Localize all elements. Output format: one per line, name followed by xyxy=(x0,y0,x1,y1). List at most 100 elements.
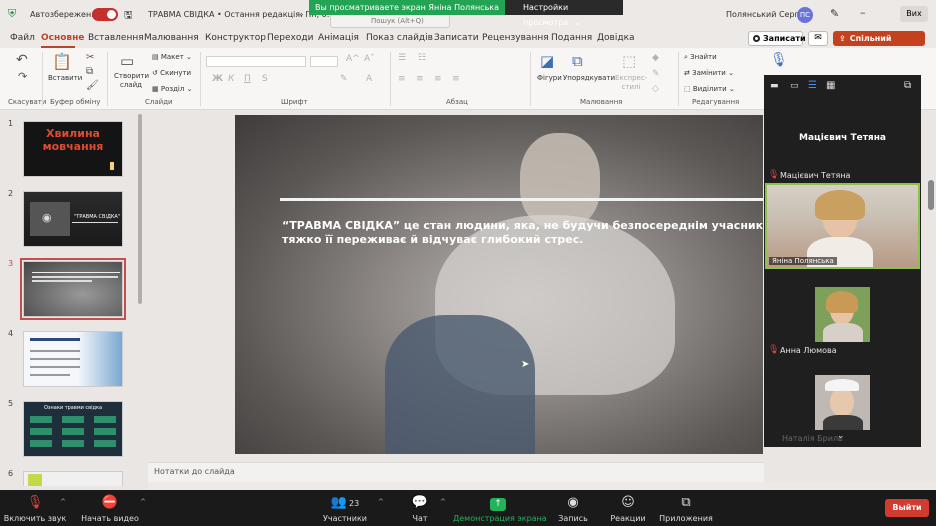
group-font: Шрифт xyxy=(281,98,308,106)
leave-button[interactable]: Выйти xyxy=(885,499,929,517)
paste-icon[interactable]: 📋 xyxy=(52,52,72,71)
search-input[interactable]: Пошук (Alt+Q) xyxy=(330,14,450,28)
window-scrollbar[interactable] xyxy=(928,180,934,210)
tab-review[interactable]: Рецензування xyxy=(482,33,549,43)
participant-video-tile[interactable]: Яніна Полянська xyxy=(765,183,920,269)
slide-thumbnail-2[interactable]: ◉ "ТРАВМА СВІДКА" xyxy=(23,191,123,247)
thumbnails-scrollbar[interactable] xyxy=(138,114,142,304)
underline-icon[interactable]: П xyxy=(244,74,251,84)
speaker-view-icon[interactable]: ☰ xyxy=(808,80,817,91)
slide-thumbnail-3[interactable] xyxy=(20,258,126,320)
slide-number: 3 xyxy=(8,259,14,268)
replace-button[interactable]: ⇄ Замінити ⌄ xyxy=(684,69,734,77)
avatar[interactable]: ПС xyxy=(797,7,813,23)
italic-icon[interactable]: К xyxy=(228,74,234,84)
hair-image xyxy=(815,190,865,220)
chat-button[interactable]: 💬 Чат xyxy=(375,495,465,523)
apps-button[interactable]: ⧉ Приложения xyxy=(641,495,731,523)
minimize-panel-icon[interactable]: ▬ xyxy=(770,81,779,91)
share-button[interactable]: ⇪Спільний доступ⌄ xyxy=(833,31,925,58)
tab-file[interactable]: Файл xyxy=(10,33,35,43)
new-slide-icon[interactable]: ▭ xyxy=(120,52,134,70)
shapes-button[interactable]: Фігури xyxy=(537,74,562,82)
record-button[interactable]: Записати xyxy=(748,31,806,46)
chevron-down-icon[interactable]: ⌄ xyxy=(298,9,305,18)
video-options-caret[interactable]: ^ xyxy=(140,498,146,506)
tab-design[interactable]: Конструктор xyxy=(205,33,266,43)
comment-icon[interactable]: ✉ xyxy=(808,31,828,46)
format-painter-icon[interactable]: 🖌 xyxy=(86,80,99,91)
autosave-toggle[interactable] xyxy=(92,8,118,21)
group-editing: Редагування xyxy=(692,98,740,106)
find-button[interactable]: ⌕ Знайти xyxy=(684,53,717,62)
thumbnail-view-icon[interactable]: ▭ xyxy=(790,81,799,91)
gallery-view-icon[interactable]: ▦ xyxy=(826,80,835,91)
redo-icon[interactable]: ↷ xyxy=(18,70,27,83)
quick-styles-button[interactable]: Експрес-стилі xyxy=(615,74,647,92)
shapes-icon[interactable]: ◪ xyxy=(540,52,554,70)
align-right-icon[interactable]: ≡ xyxy=(434,74,442,84)
new-slide-button[interactable]: Створити слайд xyxy=(114,72,149,90)
strikethrough-icon[interactable]: S xyxy=(262,74,268,84)
tab-home[interactable]: Основне xyxy=(41,33,84,43)
participant-avatar-photo[interactable] xyxy=(815,375,870,430)
tab-slideshow[interactable]: Показ слайдів xyxy=(366,33,433,43)
slide-thumbnail-6[interactable] xyxy=(23,471,123,486)
slide-thumbnail-4[interactable] xyxy=(23,331,123,387)
minimize-icon[interactable]: – xyxy=(860,6,866,19)
font-color-icon[interactable]: A xyxy=(366,74,372,84)
chat-icon: 💬 xyxy=(411,495,429,510)
align-left-icon[interactable]: ≡ xyxy=(398,74,406,84)
tab-view[interactable]: Подання xyxy=(551,33,592,43)
current-slide[interactable]: “ТРАВМА СВІДКА” це стан людини, яка, не … xyxy=(235,115,763,454)
notes-pane[interactable]: Нотатки до слайда xyxy=(148,462,764,482)
screen: ⛨ Автозбереження 🖫 ТРАВМА СВІДКА • Остан… xyxy=(0,0,936,526)
quick-styles-icon[interactable]: ⬚ xyxy=(622,52,636,70)
layout-button[interactable]: ▤ Макет ⌄ xyxy=(152,53,192,61)
reset-button[interactable]: ↺ Скинути xyxy=(152,69,191,77)
arrange-button[interactable]: Упорядкувати xyxy=(563,74,615,82)
tab-draw[interactable]: Малювання xyxy=(144,33,199,43)
select-button[interactable]: ⬚ Виділити ⌄ xyxy=(684,85,735,93)
copy-icon[interactable]: ⧉ xyxy=(86,66,93,77)
slide-body-text[interactable]: “ТРАВМА СВІДКА” це стан людини, яка, не … xyxy=(282,219,763,247)
tab-insert[interactable]: Вставлення xyxy=(88,33,144,43)
participants-video-panel: ▬ ▭ ☰ ▦ ⧉ Мацієвич Тетяна 🎙 Мацієвич Тет… xyxy=(764,75,921,447)
save-icon[interactable]: 🖫 xyxy=(124,8,133,25)
eye-icon: ◉ xyxy=(42,211,52,224)
tab-transitions[interactable]: Переходи xyxy=(267,33,313,43)
view-settings-button[interactable]: Настройки просмотра ⌄ xyxy=(505,0,623,27)
exit-fullscreen-button[interactable]: Вих xyxy=(900,6,928,22)
bold-icon[interactable]: Ж xyxy=(212,74,223,84)
tab-animations[interactable]: Анімація xyxy=(318,33,359,43)
participant-avatar-photo[interactable] xyxy=(815,287,870,342)
status-bar xyxy=(148,482,936,490)
bullets-icon[interactable]: ☰ xyxy=(398,53,406,63)
chat-options-caret[interactable]: ^ xyxy=(440,498,446,506)
tab-help[interactable]: Довідка xyxy=(597,33,635,43)
shape-fill-icon[interactable]: ◆ xyxy=(652,53,659,63)
candle-icon xyxy=(110,162,114,170)
arrange-icon[interactable]: ⧉ xyxy=(572,52,583,70)
slide-thumbnail-1[interactable]: Хвилина мовчання xyxy=(23,121,123,177)
tab-record[interactable]: Записати xyxy=(434,33,479,43)
section-button[interactable]: ▦ Розділ ⌄ xyxy=(152,85,192,93)
pop-out-icon[interactable]: ⧉ xyxy=(904,80,911,91)
pen-icon[interactable]: ✎ xyxy=(830,7,839,20)
align-center-icon[interactable]: ≡ xyxy=(416,74,424,84)
undo-icon[interactable]: ↶ xyxy=(16,52,28,68)
font-family-input[interactable] xyxy=(206,56,306,67)
microphone-icon[interactable]: 🎙 xyxy=(770,52,788,68)
shape-effects-icon[interactable]: ◇ xyxy=(652,84,659,94)
numbering-icon[interactable]: ☷ xyxy=(418,53,426,63)
paste-button[interactable]: Вставити xyxy=(48,74,82,82)
cut-icon[interactable]: ✂ xyxy=(86,52,94,63)
shape-outline-icon[interactable]: ✎ xyxy=(652,69,660,79)
increase-font-icon[interactable]: A^ xyxy=(346,54,360,64)
justify-icon[interactable]: ≡ xyxy=(452,74,460,84)
slide-thumbnail-5[interactable]: Ознаки травми свідка xyxy=(23,401,123,457)
decrease-font-icon[interactable]: Aˇ xyxy=(364,54,375,64)
highlight-icon[interactable]: ✎ xyxy=(340,74,348,84)
font-size-input[interactable] xyxy=(310,56,338,67)
scroll-down-chevron-icon[interactable]: ⌄ xyxy=(837,431,845,441)
